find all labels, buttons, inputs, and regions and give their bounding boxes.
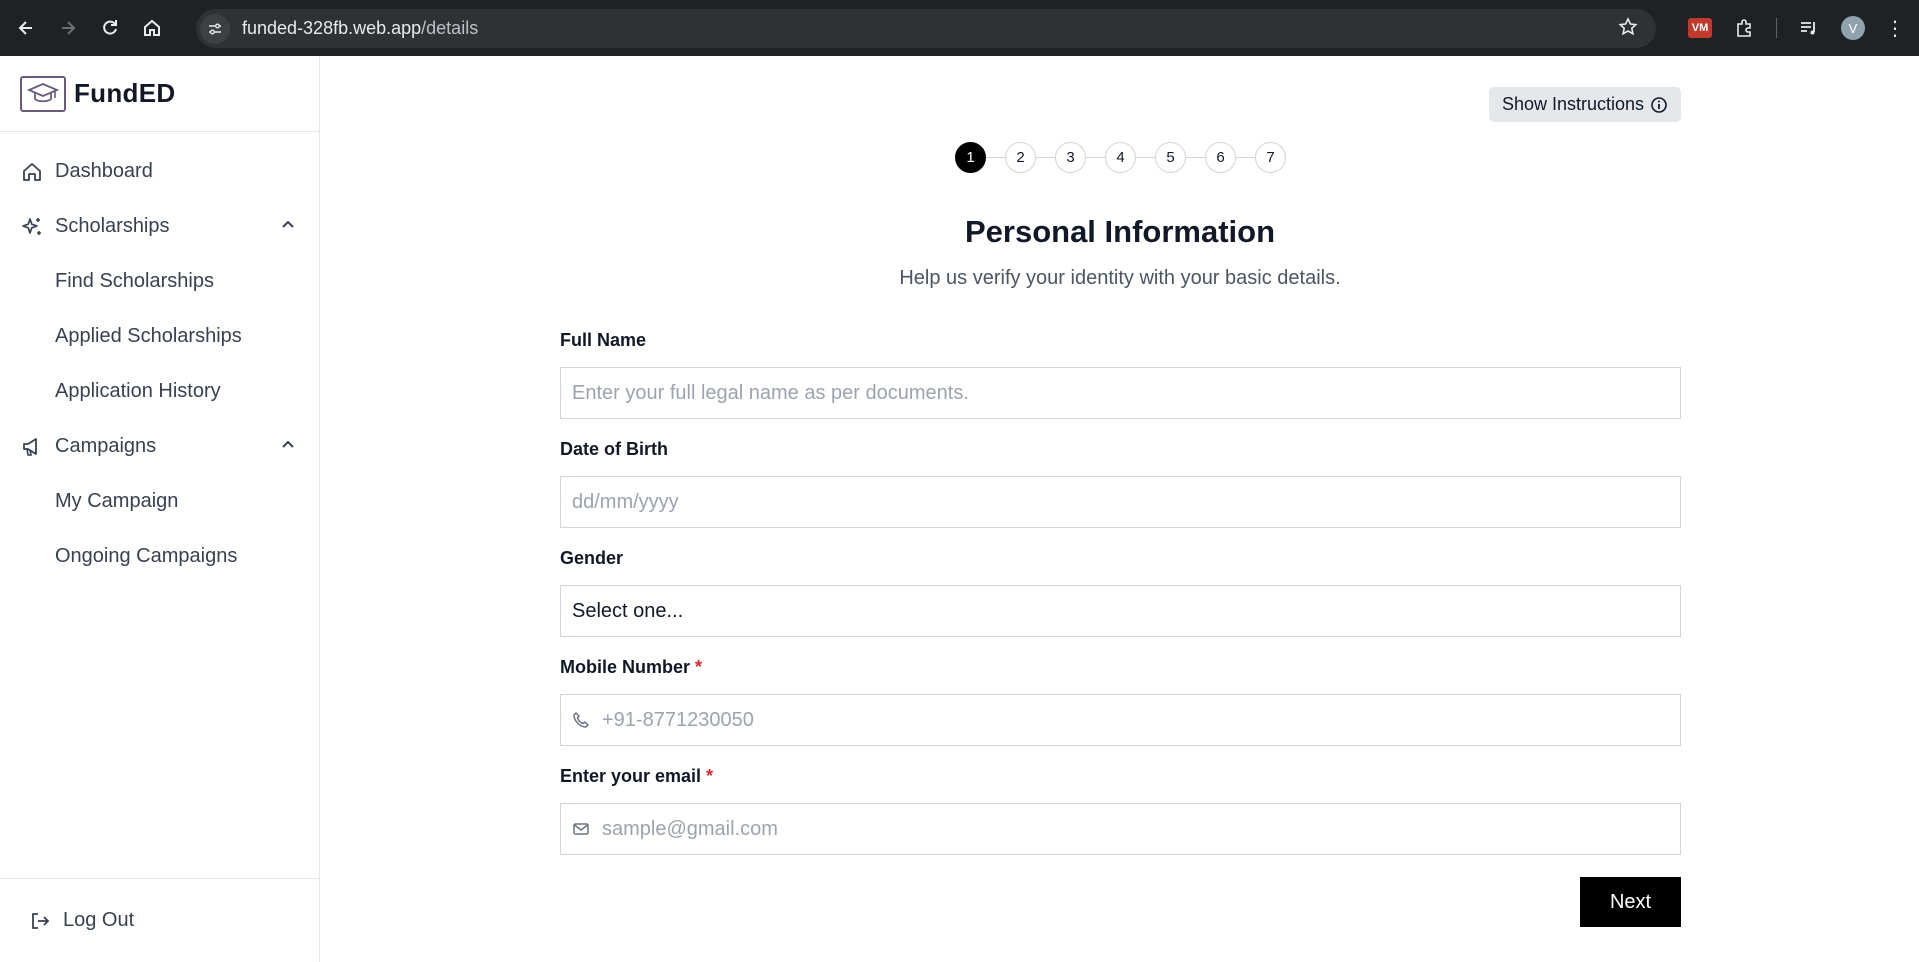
media-playlist-icon[interactable] [1799, 18, 1819, 38]
required-asterisk: * [706, 765, 714, 786]
mobile-input[interactable]: +91-8771230050 [560, 694, 1681, 746]
sidebar-item-application-history[interactable]: Application History [0, 364, 319, 419]
step-connector [986, 157, 1005, 158]
mobile-field: Mobile Number * +91-8771230050 [560, 651, 1681, 746]
logout-icon [29, 910, 51, 932]
reload-icon[interactable] [94, 12, 126, 44]
url-host: funded-328fb.web.app [242, 18, 422, 38]
show-instructions-button[interactable]: Show Instructions [1489, 87, 1681, 122]
sidebar-item-dashboard[interactable]: Dashboard [0, 144, 319, 199]
dob-placeholder: dd/mm/yyyy [572, 490, 679, 513]
sidebar-item-scholarships[interactable]: Scholarships [0, 199, 319, 254]
step-connector [1086, 157, 1105, 158]
sidebar-item-ongoing-campaigns[interactable]: Ongoing Campaigns [0, 529, 319, 584]
browser-toolbar: funded-328fb.web.app/details VM V ⋮ [0, 0, 1919, 56]
sidebar-item-find-scholarships[interactable]: Find Scholarships [0, 254, 319, 309]
profile-avatar[interactable]: V [1841, 16, 1865, 40]
sidebar-item-label: Dashboard [55, 160, 153, 182]
sparkles-icon [20, 215, 44, 239]
toolbar-divider [1776, 18, 1777, 38]
site-settings-icon[interactable] [200, 13, 230, 44]
personal-info-form: Full Name Enter your full legal name as … [560, 324, 1681, 869]
sidebar-item-campaigns[interactable]: Campaigns [0, 419, 319, 474]
back-icon[interactable] [10, 12, 42, 44]
step-6[interactable]: 6 [1205, 142, 1236, 173]
email-label-text: Enter your email [560, 765, 702, 786]
email-label: Enter your email * [560, 760, 1681, 792]
sidebar-menu: Dashboard Scholarships Find Scholarships… [0, 132, 319, 584]
step-indicator: 1 2 3 4 5 6 7 [955, 142, 1286, 173]
url-text: funded-328fb.web.app/details [242, 18, 478, 39]
gender-select[interactable]: Select one... [560, 585, 1681, 637]
logout-button[interactable]: Log Out [0, 878, 319, 962]
mobile-label-text: Mobile Number [560, 656, 691, 677]
graduation-cap-logo-icon [20, 75, 66, 112]
step-3[interactable]: 3 [1055, 142, 1086, 173]
page-title: Personal Information [964, 214, 1276, 249]
brand-name: FundED [74, 78, 176, 108]
step-connector [1036, 157, 1055, 158]
email-input[interactable]: sample@gmail.com [560, 803, 1681, 855]
step-7[interactable]: 7 [1255, 142, 1286, 173]
full-name-placeholder: Enter your full legal name as per docume… [572, 381, 969, 404]
full-name-label-text: Full Name [560, 329, 647, 350]
sidebar-item-label: Scholarships [55, 215, 170, 237]
dob-label: Date of Birth [560, 433, 1681, 465]
gender-selected-value: Select one... [572, 599, 684, 622]
dob-field: Date of Birth dd/mm/yyyy [560, 433, 1681, 528]
info-icon [1650, 96, 1668, 114]
mobile-label: Mobile Number * [560, 651, 1681, 683]
browser-menu-icon[interactable]: ⋮ [1885, 16, 1905, 41]
full-name-label: Full Name [560, 324, 1681, 356]
step-connector [1136, 157, 1155, 158]
home-icon[interactable] [136, 12, 168, 44]
url-path: /details [421, 18, 479, 38]
extensions-puzzle-icon[interactable] [1734, 18, 1754, 38]
mail-icon [572, 820, 590, 838]
brand[interactable]: FundED [0, 56, 319, 132]
megaphone-icon [20, 435, 44, 459]
step-5[interactable]: 5 [1155, 142, 1186, 173]
extension-vm-icon[interactable]: VM [1688, 18, 1712, 38]
mobile-placeholder: +91-8771230050 [602, 708, 754, 731]
step-connector [1186, 157, 1205, 158]
sidebar: FundED Dashboard Scholarships Find Schol… [0, 56, 320, 962]
step-connector [1236, 157, 1255, 158]
chevron-up-icon[interactable] [279, 216, 297, 240]
step-4[interactable]: 4 [1105, 142, 1136, 173]
email-placeholder: sample@gmail.com [602, 817, 778, 840]
dob-label-text: Date of Birth [560, 438, 668, 459]
forward-icon[interactable] [52, 12, 84, 44]
main-content: Show Instructions 1 2 3 4 5 6 7 Personal… [321, 56, 1919, 962]
sidebar-item-label: Campaigns [55, 435, 157, 457]
bookmark-star-icon[interactable] [1618, 17, 1638, 42]
chevron-up-icon[interactable] [279, 436, 297, 460]
sidebar-item-applied-scholarships[interactable]: Applied Scholarships [0, 309, 319, 364]
step-2[interactable]: 2 [1005, 142, 1036, 173]
full-name-field: Full Name Enter your full legal name as … [560, 324, 1681, 419]
logout-label: Log Out [63, 909, 135, 931]
sidebar-item-my-campaign[interactable]: My Campaign [0, 474, 319, 529]
required-asterisk: * [695, 656, 703, 677]
gender-label: Gender [560, 542, 1681, 574]
gender-label-text: Gender [560, 547, 624, 568]
email-field: Enter your email * sample@gmail.com [560, 760, 1681, 855]
dob-input[interactable]: dd/mm/yyyy [560, 476, 1681, 528]
show-instructions-label: Show Instructions [1501, 94, 1645, 114]
gender-field: Gender Select one... [560, 542, 1681, 637]
address-bar[interactable]: funded-328fb.web.app/details [196, 9, 1656, 48]
page-subtitle: Help us verify your identity with your b… [899, 267, 1341, 289]
home-icon [20, 160, 44, 184]
full-name-input[interactable]: Enter your full legal name as per docume… [560, 367, 1681, 419]
phone-icon [572, 711, 590, 729]
step-1[interactable]: 1 [955, 142, 986, 173]
next-button[interactable]: Next [1580, 877, 1681, 927]
